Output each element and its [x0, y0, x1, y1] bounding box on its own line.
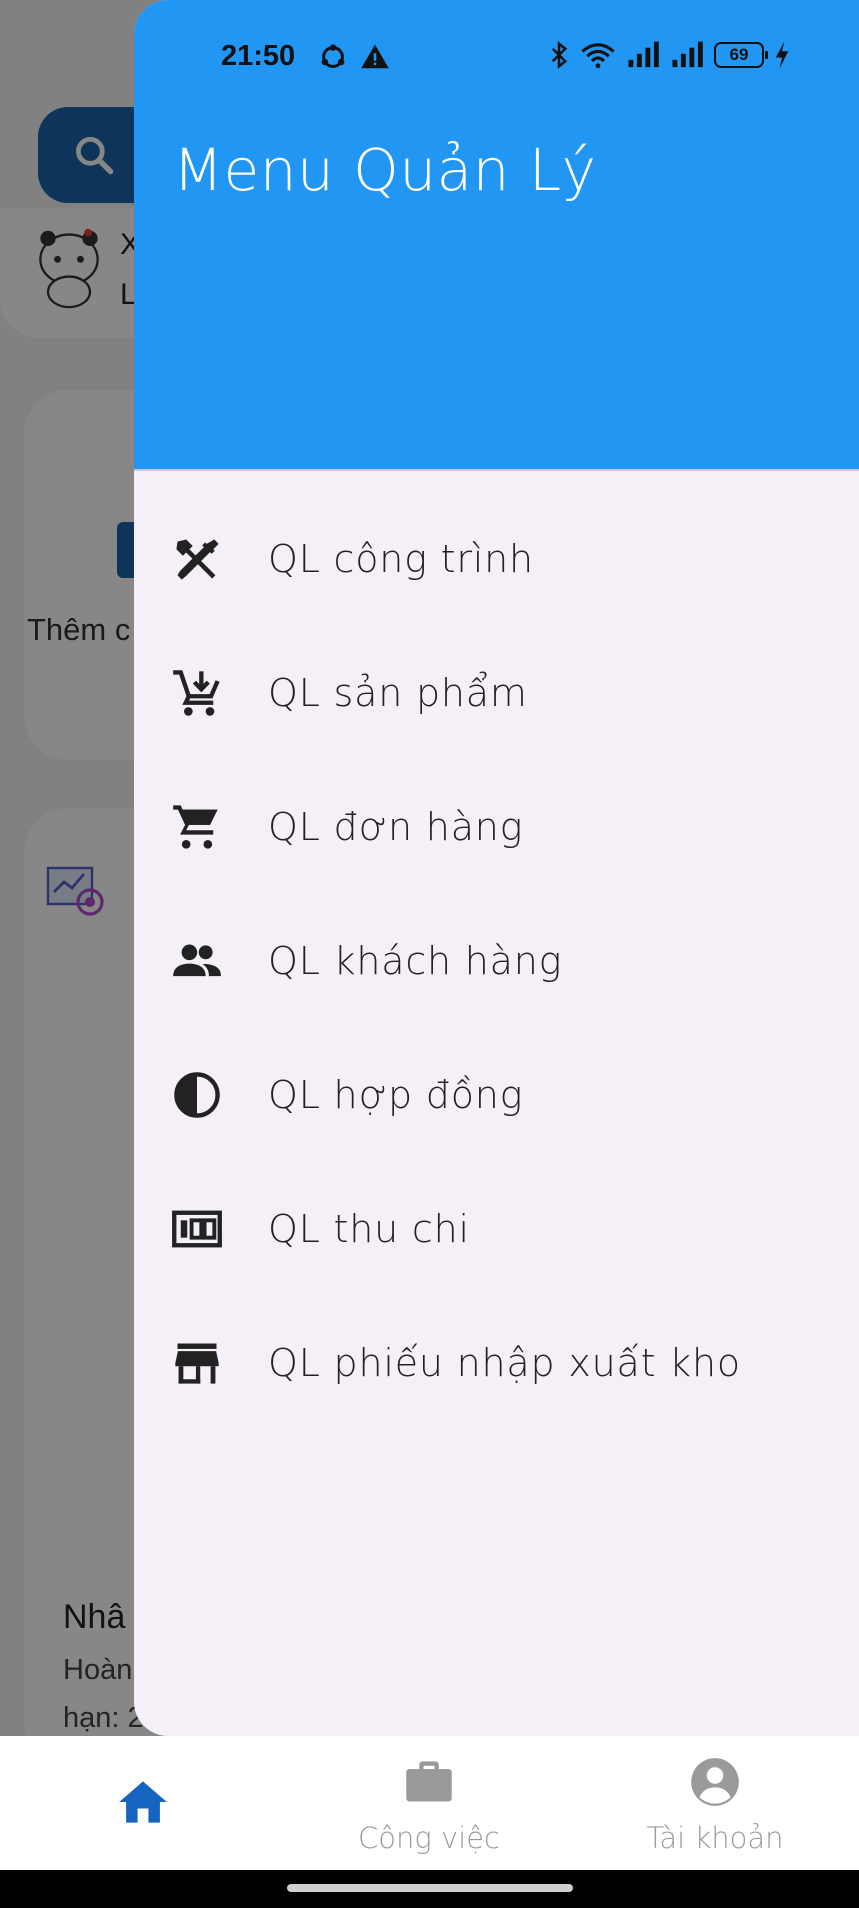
drawer-header: 21:50 69 Menu Quản Lý — [134, 0, 859, 470]
menu-item-hop-dong[interactable]: QL hợp đồng — [134, 1028, 859, 1162]
tools-icon — [176, 539, 219, 580]
menu-item-label: QL công trình — [268, 537, 534, 581]
menu-item-don-hang[interactable]: QL đơn hàng — [134, 760, 859, 894]
briefcase-icon — [406, 1761, 452, 1802]
sync-icon — [321, 44, 345, 68]
nav-item-tai-khoan[interactable]: Tài khoản — [572, 1736, 858, 1870]
menu-item-phieu-nhap-xuat-kho[interactable]: QL phiếu nhập xuất kho — [134, 1296, 859, 1430]
add-shopping-cart-icon — [173, 670, 220, 716]
drawer-title: Menu Quản Lý — [173, 136, 597, 204]
status-time: 21:50 — [221, 40, 296, 72]
charging-icon — [775, 41, 789, 69]
menu-item-label: QL sản phẩm — [268, 671, 528, 715]
battery-icon: 69 — [714, 42, 768, 68]
menu-item-khach-hang[interactable]: QL khách hàng — [134, 894, 859, 1028]
bottom-navigation: Công việc Tài khoản — [0, 1736, 859, 1870]
battery-level: 69 — [729, 45, 749, 64]
navigation-drawer: 21:50 69 Menu Quản Lý QL công trình QL s… — [134, 0, 859, 1736]
menu-item-thu-chi[interactable]: QL thu chi — [134, 1162, 859, 1296]
status-right-icons: 69 — [548, 40, 790, 70]
warning-icon — [361, 44, 389, 69]
account-icon — [691, 1758, 739, 1806]
status-left-icons — [318, 42, 390, 72]
nav-item-home[interactable] — [0, 1736, 286, 1870]
nav-item-cong-viec[interactable]: Công việc — [286, 1736, 572, 1870]
menu-item-label: QL đơn hàng — [268, 805, 524, 849]
menu-item-label: QL thu chi — [268, 1207, 470, 1251]
people-icon — [173, 944, 221, 977]
bluetooth-icon — [551, 41, 568, 69]
nav-label-cong-viec: Công việc — [358, 1821, 500, 1855]
shopping-cart-icon — [173, 805, 218, 849]
nav-label-tai-khoan: Tài khoản — [646, 1821, 784, 1855]
money-icon — [172, 1210, 222, 1248]
menu-item-label: QL hợp đồng — [268, 1073, 524, 1117]
signal-icon — [672, 41, 703, 68]
gesture-handle[interactable] — [287, 1884, 573, 1892]
drawer-divider — [134, 469, 859, 471]
system-gesture-area — [0, 1870, 859, 1908]
wifi-icon — [581, 43, 615, 69]
menu-item-label: QL khách hàng — [268, 939, 563, 983]
menu-item-cong-trinh[interactable]: QL công trình — [134, 492, 859, 626]
home-icon — [119, 1781, 167, 1823]
store-icon — [175, 1343, 219, 1384]
signal-icon — [628, 41, 659, 68]
menu-item-san-pham[interactable]: QL sản phẩm — [134, 626, 859, 760]
menu-item-label: QL phiếu nhập xuất kho — [268, 1341, 741, 1385]
contrast-icon — [174, 1072, 220, 1118]
